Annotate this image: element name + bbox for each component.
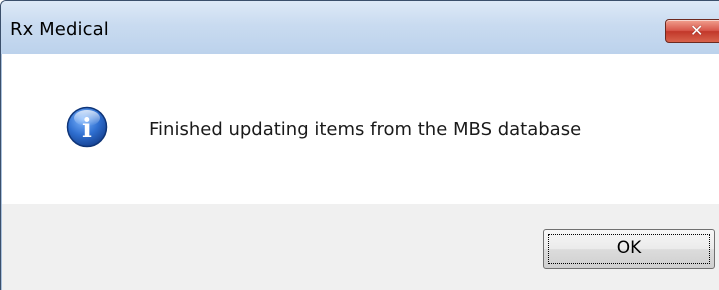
button-bar: OK: [1, 204, 719, 290]
title-bar[interactable]: Rx Medical ✕: [1, 1, 719, 54]
window-title: Rx Medical: [10, 19, 109, 40]
message-area: i Finished updating items from the MBS d…: [1, 54, 719, 204]
ok-button-label: OK: [616, 238, 642, 258]
info-icon-glyph: i: [82, 114, 92, 144]
message-dialog: Rx Medical ✕ i Finished updating items f…: [0, 0, 719, 290]
message-text: Finished updating items from the MBS dat…: [149, 119, 582, 140]
close-icon: ✕: [690, 21, 704, 40]
ok-button[interactable]: OK: [543, 229, 715, 269]
info-icon: i: [66, 106, 108, 148]
close-button[interactable]: ✕: [665, 19, 719, 43]
